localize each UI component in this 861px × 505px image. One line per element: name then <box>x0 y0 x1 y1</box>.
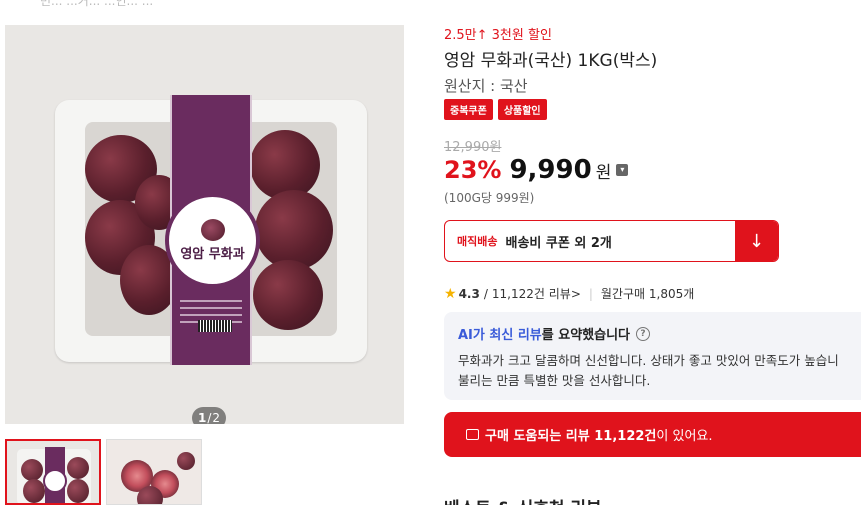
discount-tag: 상품할인 <box>497 99 547 120</box>
package-logo: 영암 무화과 <box>165 193 260 288</box>
helpful-reviews-button[interactable]: 구매 도움되는 리뷰 11,122건 이 있어요. <box>444 412 861 457</box>
help-icon[interactable]: ? <box>636 326 650 341</box>
rating-score: 4.3 <box>458 286 480 301</box>
delivery-coupon-text: 배송비 쿠폰 외 2개 <box>505 235 612 251</box>
breadcrumb[interactable]: 빈... ...거... ...인... ... <box>40 0 153 9</box>
unit-price: (100G당 999원) <box>444 191 535 205</box>
fig <box>253 260 323 330</box>
chevron-right-icon[interactable]: > <box>571 287 581 301</box>
ai-summary-title: 를 요약했습니다 <box>541 328 630 343</box>
ai-summary-line: 불리는 만큼 특별한 맛을 선사합니다. <box>458 373 651 388</box>
ai-review-summary: AI가 최신 리뷰 를 요약했습니다 ? 무화과가 크고 달콤하며 신선합니다.… <box>444 312 861 400</box>
download-arrow-icon[interactable]: ↓ <box>735 221 778 261</box>
fig <box>250 130 320 200</box>
tag-list: 중복쿠폰 상품할인 <box>444 99 547 120</box>
origin-text: 원산지 : 국산 <box>444 77 528 95</box>
monthly-purchases: 월간구매 1,805개 <box>600 287 695 301</box>
price-info-icon[interactable]: ▾ <box>616 164 629 176</box>
chat-icon <box>466 429 479 440</box>
delivery-label: 매직배송 <box>457 235 498 248</box>
barcode <box>198 320 232 332</box>
best-reviews-heading: 베스트 & 신호천 리뷰 <box>444 494 602 505</box>
rating-row: ★ 4.3 / 11,122건 리뷰 > | 월간구매 1,805개 <box>444 285 695 302</box>
fig <box>255 190 333 270</box>
thumbnail-1[interactable] <box>5 439 101 505</box>
discount-rate: 23% <box>444 156 502 184</box>
image-pager: 1/2 <box>192 407 226 424</box>
price-row: 23% 9,990 원 ▾ <box>444 155 629 185</box>
product-title: 영암 무화과(국산) 1KG(박스) <box>444 51 658 71</box>
sale-price: 9,990 <box>509 155 592 185</box>
helpful-reviews-suffix: 이 있어요. <box>656 429 713 444</box>
helpful-reviews-count: 구매 도움되는 리뷰 11,122건 <box>485 429 657 444</box>
promo-text: 2.5만↑ 3천원 할인 <box>444 28 552 43</box>
product-main-image[interactable]: 영암 무화과 1/2 <box>5 25 404 424</box>
delivery-coupon-box[interactable]: 매직배송 배송비 쿠폰 외 2개 ↓ <box>444 220 779 262</box>
review-count-link[interactable]: 11,122건 리뷰 <box>492 285 571 302</box>
star-icon: ★ <box>444 285 457 302</box>
original-price: 12,990원 <box>444 140 502 155</box>
ai-summary-line: 무화과가 크고 달콤하며 신선합니다. 상태가 좋고 맛있어 만족도가 높습니 <box>458 353 839 368</box>
coupon-tag: 중복쿠폰 <box>444 99 493 120</box>
thumbnail-2[interactable] <box>106 439 202 505</box>
ai-summary-highlight: AI가 최신 리뷰 <box>458 328 542 343</box>
currency-label: 원 <box>595 163 612 183</box>
